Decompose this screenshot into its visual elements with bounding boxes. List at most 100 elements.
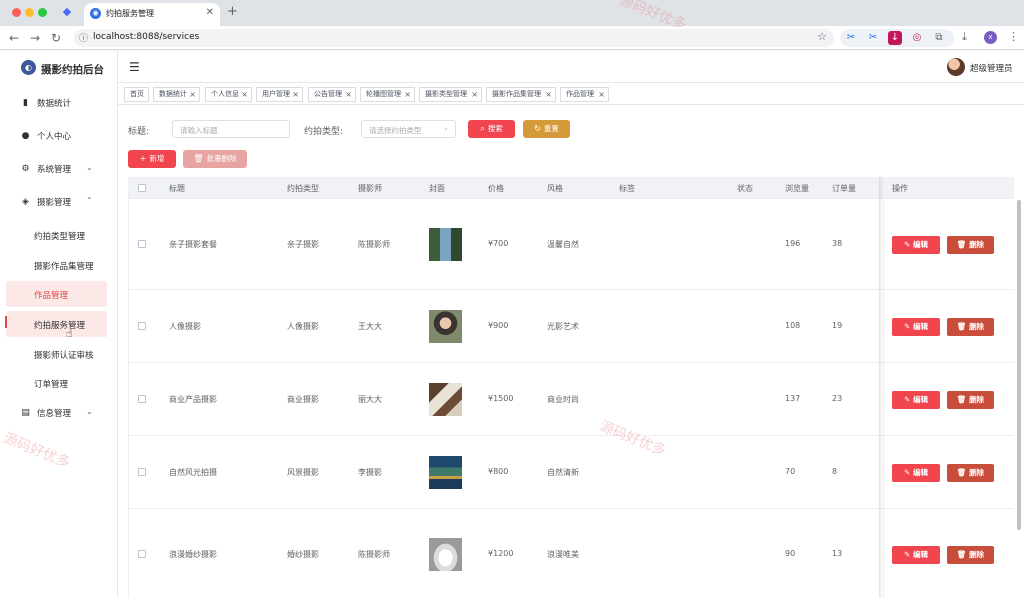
bookmark-star-icon[interactable]: ☆ — [817, 30, 827, 43]
minimize-window-button[interactable] — [25, 8, 34, 17]
user-icon: ● — [21, 131, 30, 141]
sidebar-item-system[interactable]: ⚙ 系统管理 ⌄ — [0, 158, 118, 180]
browser-tab-active[interactable]: ◉ 约拍服务管理 ✕ — [84, 3, 220, 26]
tag-label: 轮播图管理 — [366, 90, 401, 98]
cover-thumbnail[interactable] — [429, 382, 462, 416]
sidebar-sub-certification[interactable]: 摄影师认证审核 — [6, 341, 107, 367]
forward-icon[interactable]: → — [30, 30, 40, 46]
tag-works[interactable]: 作品管理 × — [560, 87, 609, 102]
tag-notice[interactable]: 公告管理 × — [308, 87, 356, 102]
row-checkbox[interactable] — [138, 394, 146, 403]
title-search-input[interactable]: 请输入标题 — [172, 120, 290, 138]
batch-delete-button[interactable]: 🗑 批量删除 — [183, 150, 247, 168]
reload-icon[interactable]: ↻ — [51, 30, 61, 46]
pinned-tab-icon[interactable]: ◆ — [60, 5, 74, 19]
edit-button[interactable]: ✎ 编辑 — [892, 317, 940, 336]
cell-style: 商业时尚 — [547, 394, 579, 404]
site-info-icon[interactable]: ⓘ — [79, 31, 88, 44]
delete-button[interactable]: 🗑 删除 — [947, 463, 994, 482]
cut-extension-icon[interactable]: ✂ — [866, 31, 880, 45]
edit-button-label: 编辑 — [912, 321, 928, 331]
sidebar-sub-type[interactable]: 约拍类型管理 — [6, 222, 107, 248]
tag-personal[interactable]: 个人信息 × — [205, 87, 252, 102]
close-icon[interactable]: × — [471, 88, 478, 101]
hamburger-menu-icon[interactable]: ☰ — [129, 60, 140, 74]
sidebar-sub-portfolio[interactable]: 摄影作品集管理 — [6, 252, 107, 278]
row-checkbox[interactable] — [138, 467, 146, 476]
add-button[interactable]: + 新增 — [128, 150, 176, 168]
operations-cell: ✎ 编辑 🗑 删除 — [884, 199, 1014, 290]
tag-label: 摄影作品集管理 — [492, 90, 541, 98]
new-tab-button[interactable]: + — [227, 4, 238, 19]
tag-carousel[interactable]: 轮播图管理 × — [360, 87, 415, 102]
tab-title: 约拍服务管理 — [106, 9, 154, 18]
delete-button[interactable]: 🗑 删除 — [947, 546, 994, 564]
browser-tab-strip: ◆ ◉ 约拍服务管理 ✕ + — [0, 0, 1024, 26]
downloads-icon[interactable]: ⤓ — [962, 30, 967, 44]
operations-cell: ✎ 编辑 🗑 删除 — [884, 290, 1014, 363]
avatar[interactable] — [947, 58, 965, 76]
cell-orders: 13 — [832, 549, 843, 558]
back-icon[interactable]: ← — [9, 30, 19, 46]
close-icon[interactable]: × — [404, 88, 411, 101]
reset-button[interactable]: ↻ 重置 — [523, 120, 570, 138]
maximize-window-button[interactable] — [38, 8, 47, 17]
select-all-checkbox[interactable] — [138, 184, 146, 192]
close-icon[interactable]: × — [345, 88, 352, 101]
sidebar-sub-services[interactable]: 约拍服务管理 — [6, 311, 107, 337]
sidebar-sub-works[interactable]: 作品管理 — [6, 281, 107, 307]
cover-thumbnail[interactable] — [429, 227, 462, 261]
edit-button[interactable]: ✎ 编辑 — [892, 546, 940, 564]
user-name[interactable]: 超级管理员 — [970, 62, 1013, 74]
close-window-button[interactable] — [12, 8, 21, 17]
edit-button[interactable]: ✎ 编辑 — [892, 390, 940, 409]
row-checkbox[interactable] — [138, 239, 146, 248]
sidebar: ◐ 摄影约拍后台 ▮ 数据统计 ● 个人中心 ⚙ 系统管理 ⌄ ◈ 摄影管理 ⌃… — [0, 51, 118, 598]
close-icon[interactable]: × — [189, 88, 196, 101]
tab-favicon-icon: ◉ — [90, 8, 101, 19]
cell-title: 商业产品摄影 — [169, 394, 217, 404]
row-checkbox[interactable] — [138, 321, 146, 330]
cover-thumbnail[interactable] — [429, 455, 462, 489]
sidebar-sub-label: 约拍类型管理 — [34, 232, 86, 242]
search-button[interactable]: ⌕ 搜索 — [468, 120, 515, 138]
cover-thumbnail[interactable] — [429, 538, 462, 571]
tag-users[interactable]: 用户管理 × — [256, 87, 303, 102]
puzzle-extensions-icon[interactable]: ⧉ — [932, 31, 946, 45]
tag-portfolio[interactable]: 摄影作品集管理 × — [486, 87, 556, 102]
close-icon[interactable]: × — [292, 88, 299, 101]
camera-extension-icon[interactable]: ◎ — [910, 31, 924, 45]
address-bar[interactable]: ⓘ localhost:8088/services ☆ — [74, 29, 834, 47]
page-scrollbar[interactable] — [1017, 200, 1021, 530]
sidebar-item-stats[interactable]: ▮ 数据统计 — [0, 92, 118, 114]
app-title: 摄影约拍后台 — [41, 64, 104, 76]
url-text[interactable]: localhost:8088/services — [93, 32, 199, 42]
sidebar-item-profile[interactable]: ● 个人中心 — [0, 125, 118, 147]
close-icon[interactable]: × — [545, 88, 552, 101]
download-extension-icon[interactable]: ↓ — [888, 31, 902, 45]
tag-home[interactable]: 首页 — [124, 87, 149, 102]
sidebar-item-photography[interactable]: ◈ 摄影管理 ⌃ — [0, 191, 118, 213]
sidebar-sub-orders[interactable]: 订单管理 — [6, 370, 107, 396]
edit-button[interactable]: ✎ 编辑 — [892, 463, 940, 482]
reset-button-label: 重置 — [543, 124, 559, 133]
cover-thumbnail[interactable] — [429, 309, 462, 343]
col-style: 风格 — [547, 184, 563, 193]
delete-button[interactable]: 🗑 删除 — [947, 390, 994, 409]
aperture-icon: ◈ — [22, 197, 29, 207]
type-select[interactable]: 请选择约拍类型 ⌄ — [361, 120, 456, 138]
browser-menu-icon[interactable]: ⋮ — [1008, 30, 1019, 43]
sidebar-item-info[interactable]: ▤ 信息管理 ⌄ — [0, 402, 118, 424]
delete-button[interactable]: 🗑 删除 — [947, 235, 994, 254]
scissors-extension-icon[interactable]: ✂ — [844, 31, 858, 45]
delete-button[interactable]: 🗑 删除 — [947, 317, 994, 336]
edit-button[interactable]: ✎ 编辑 — [892, 235, 940, 254]
close-icon[interactable]: × — [241, 88, 248, 101]
profile-avatar[interactable]: x — [984, 31, 997, 44]
row-checkbox[interactable] — [138, 550, 146, 558]
close-icon[interactable]: × — [598, 88, 605, 101]
tab-close-icon[interactable]: ✕ — [206, 7, 214, 18]
cell-title: 人像摄影 — [169, 321, 201, 331]
tag-photo-type[interactable]: 摄影类型管理 × — [419, 87, 482, 102]
tag-stats[interactable]: 数据统计 × — [153, 87, 200, 102]
